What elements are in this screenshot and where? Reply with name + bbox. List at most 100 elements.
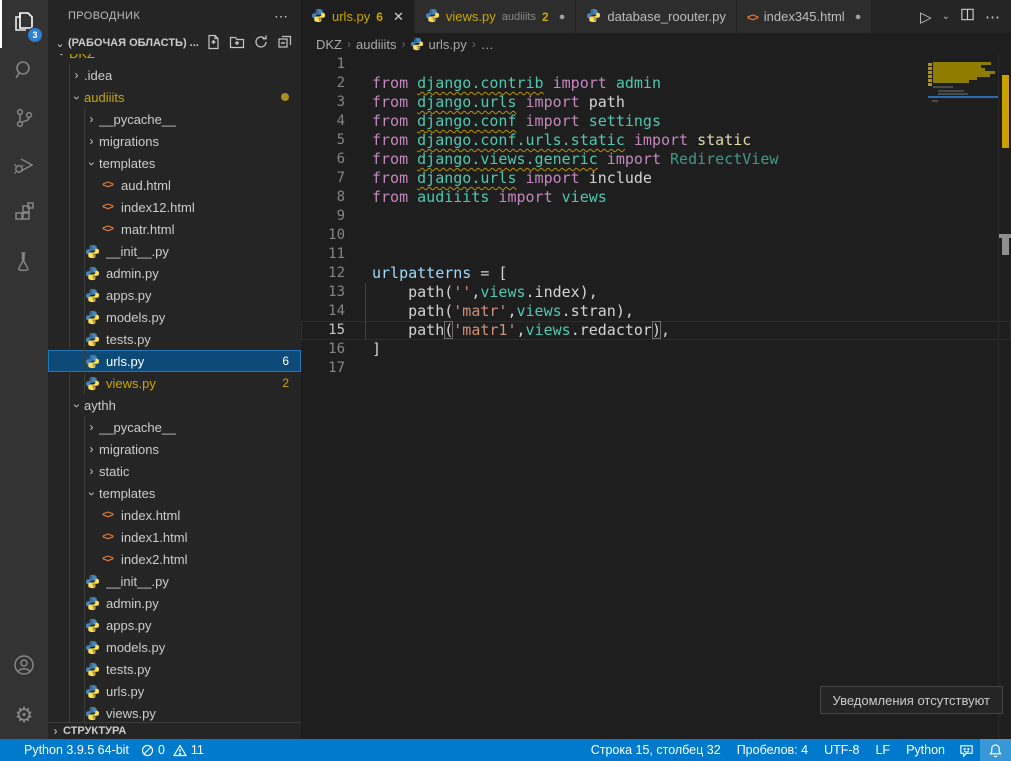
tree-item-views-py[interactable]: views.py (48, 702, 301, 722)
encoding-status[interactable]: UTF-8 (816, 739, 867, 761)
tree-item-tests-py[interactable]: tests.py (48, 658, 301, 680)
refresh-button[interactable] (253, 34, 269, 53)
tab-label: views.py (446, 9, 496, 24)
run-dropdown-chevron-icon[interactable]: ⌄ (942, 11, 950, 22)
tab-index345-html[interactable]: <>index345.html● (737, 0, 872, 33)
tree-item--pycache-[interactable]: ›__pycache__ (48, 416, 301, 438)
tree-item-templates[interactable]: ›templates (48, 482, 301, 504)
source-control-activity-button[interactable] (0, 96, 48, 144)
breadcrumb-separator-icon: › (347, 37, 351, 51)
code-line-4[interactable]: 4from django.conf import settings (301, 112, 1011, 131)
split-editor-button[interactable] (960, 7, 975, 27)
tab-database-roouter-py[interactable]: database_roouter.py (576, 0, 737, 33)
tree-item--pycache-[interactable]: ›__pycache__ (48, 108, 301, 130)
tree-item--init-py[interactable]: __init__.py (48, 240, 301, 262)
tree-item-apps-py[interactable]: apps.py (48, 284, 301, 306)
code-line-16[interactable]: 16] (301, 340, 1011, 359)
more-actions-button[interactable]: ⋯ (985, 8, 1001, 26)
line-number: 13 (301, 283, 345, 302)
line-number: 8 (301, 188, 345, 207)
tree-item-index1-html[interactable]: <>index1.html (48, 526, 301, 548)
tree-item-admin-py[interactable]: admin.py (48, 262, 301, 284)
minimap[interactable] (928, 57, 998, 177)
code-editor[interactable]: 12from django.contrib import admin3from … (301, 55, 1011, 739)
breadcrumb-item--[interactable]: … (481, 37, 494, 52)
python-file-icon (425, 8, 440, 26)
run-python-file-button[interactable]: ▷ (920, 8, 932, 26)
settings-button[interactable]: ⚙ (0, 691, 48, 739)
explorer-activity-button[interactable]: 3 (0, 0, 48, 48)
feedback-button[interactable] (953, 739, 980, 761)
tree-item-views-py[interactable]: views.py2 (48, 372, 301, 394)
account-button[interactable] (0, 643, 48, 691)
tree-item-migrations[interactable]: ›migrations (48, 438, 301, 460)
run-debug-activity-button[interactable] (0, 144, 48, 192)
workspace-section-header[interactable]: ⌄ (РАБОЧАЯ ОБЛАСТЬ) ... (48, 32, 301, 54)
close-icon[interactable]: ✕ (393, 9, 404, 25)
tree-item-templates[interactable]: ›templates (48, 152, 301, 174)
code-line-2[interactable]: 2from django.contrib import admin (301, 74, 1011, 93)
tree-item-models-py[interactable]: models.py (48, 636, 301, 658)
tab-problems-badge: 6 (376, 10, 383, 24)
code-line-17[interactable]: 17 (301, 359, 1011, 378)
testing-activity-button[interactable] (0, 240, 48, 288)
tree-item-label: audiiits (84, 90, 124, 105)
chevron-right-icon: › (84, 134, 99, 148)
code-line-11[interactable]: 11 (301, 245, 1011, 264)
eol-status[interactable]: LF (867, 739, 898, 761)
tree-item-migrations[interactable]: ›migrations (48, 130, 301, 152)
scrollbar-thumb[interactable] (1002, 238, 1009, 255)
status-bar: Python 3.9.5 64-bit 0 11 Строка 15, стол… (0, 739, 1011, 761)
code-line-10[interactable]: 10 (301, 226, 1011, 245)
tab-views-py[interactable]: views.pyaudiiits2● (415, 0, 576, 33)
code-line-14[interactable]: 14 path('matr',views.stran), (301, 302, 1011, 321)
tree-item-tests-py[interactable]: tests.py (48, 328, 301, 350)
new-folder-button[interactable] (229, 34, 245, 53)
outline-section-header[interactable]: › СТРУКТУРА (48, 722, 301, 739)
tree-item-matr-html[interactable]: <>matr.html (48, 218, 301, 240)
notifications-bell-button[interactable] (980, 739, 1011, 761)
breadcrumb-item-audiiits[interactable]: audiiits (356, 37, 396, 52)
tree-item-index-html[interactable]: <>index.html (48, 504, 301, 526)
tree-item-audiiits[interactable]: ›audiiits (48, 86, 301, 108)
problems-status[interactable]: 0 11 (135, 739, 210, 761)
code-line-3[interactable]: 3from django.urls import path (301, 93, 1011, 112)
tree-item-urls-py[interactable]: urls.py (48, 680, 301, 702)
tree-item-models-py[interactable]: models.py (48, 306, 301, 328)
code-line-7[interactable]: 7from django.urls import include (301, 169, 1011, 188)
code-line-13[interactable]: 13 path('',views.index), (301, 283, 1011, 302)
breadcrumb-item-dkz[interactable]: DKZ (316, 37, 342, 52)
language-mode-status[interactable]: Python (898, 739, 953, 761)
new-file-button[interactable] (205, 34, 221, 53)
tree-item-urls-py[interactable]: urls.py6 (48, 350, 301, 372)
indentation-status[interactable]: Пробелов: 4 (729, 739, 816, 761)
tab-urls-py[interactable]: urls.py6✕ (301, 0, 415, 33)
python-interpreter-status[interactable]: Python 3.9.5 64-bit (18, 739, 135, 761)
tree-item-aud-html[interactable]: <>aud.html (48, 174, 301, 196)
tree-item-admin-py[interactable]: admin.py (48, 592, 301, 614)
code-line-5[interactable]: 5from django.conf.urls.static import sta… (301, 131, 1011, 150)
tree-item--init-py[interactable]: __init__.py (48, 570, 301, 592)
code-line-8[interactable]: 8from audiiits import views (301, 188, 1011, 207)
tree-item--idea[interactable]: ›.idea (48, 64, 301, 86)
sidebar-more-actions-button[interactable]: ⋯ (274, 8, 289, 25)
tree-item-index2-html[interactable]: <>index2.html (48, 548, 301, 570)
extensions-activity-button[interactable] (0, 192, 48, 240)
cursor-position-status[interactable]: Строка 15, столбец 32 (583, 739, 729, 761)
tree-item-dkz[interactable]: ›DKZ (48, 54, 301, 64)
tree-item-apps-py[interactable]: apps.py (48, 614, 301, 636)
code-line-12[interactable]: 12urlpatterns = [ (301, 264, 1011, 283)
overview-ruler[interactable] (998, 55, 1011, 739)
tree-item-static[interactable]: ›static (48, 460, 301, 482)
code-line-15[interactable]: 15 path('matr1',views.redactor), (301, 321, 1011, 340)
code-line-9[interactable]: 9 (301, 207, 1011, 226)
search-activity-button[interactable] (0, 48, 48, 96)
tree-item-index12-html[interactable]: <>index12.html (48, 196, 301, 218)
modified-dot-icon: ● (559, 11, 566, 23)
code-line-6[interactable]: 6from django.views.generic import Redire… (301, 150, 1011, 169)
tree-item-aythh[interactable]: ›aythh (48, 394, 301, 416)
line-number: 14 (301, 302, 345, 321)
breadcrumb-item-urls-py[interactable]: urls.py (410, 37, 466, 52)
code-line-1[interactable]: 1 (301, 55, 1011, 74)
collapse-all-button[interactable] (277, 34, 293, 53)
